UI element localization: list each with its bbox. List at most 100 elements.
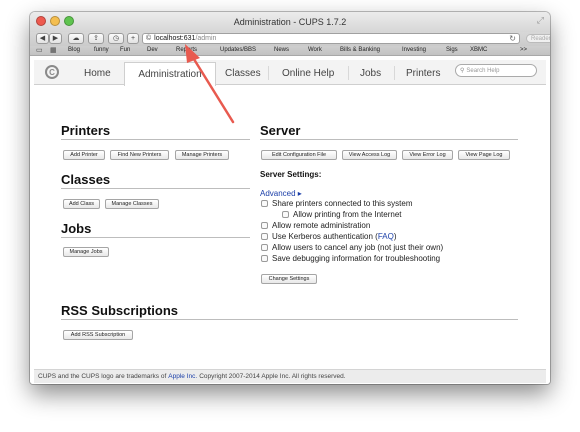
kerberos-checkbox[interactable] [261, 233, 268, 240]
window-title: Administration - CUPS 1.7.2 [233, 17, 347, 27]
page-footer: CUPS and the CUPS logo are trademarks of… [34, 369, 546, 383]
apple-link[interactable]: Apple Inc. [168, 373, 197, 380]
bookmark-item[interactable]: Reports [176, 47, 197, 53]
bookmarks-overflow[interactable]: >> [520, 47, 527, 53]
bookmark-item[interactable]: Bills & Banking [340, 47, 380, 53]
bookmark-item[interactable]: Dev [147, 47, 158, 53]
reading-list-icon[interactable]: ▭ [36, 46, 43, 54]
rss-heading: RSS Subscriptions [61, 303, 179, 318]
tab-divider [268, 66, 269, 80]
clock-icon: ◷ [112, 35, 120, 42]
cups-tab-bar: C Home Administration Classes Online Hel… [34, 60, 546, 86]
option-label-suffix: ) [393, 232, 397, 241]
reload-icon[interactable]: ↻ [509, 34, 516, 43]
section-divider [260, 139, 518, 140]
manage-classes-button[interactable]: Manage Classes [105, 199, 159, 209]
title-bar: Administration - CUPS 1.7.2 ⤢ [30, 12, 550, 32]
tab-administration[interactable]: Administration [124, 62, 216, 86]
view-page-log-button[interactable]: View Page Log [458, 150, 510, 160]
tab-home[interactable]: Home [84, 68, 111, 85]
server-heading: Server [260, 123, 301, 138]
url-host: localhost:631 [154, 35, 196, 42]
printers-heading: Printers [61, 123, 111, 138]
tab-online-help[interactable]: Online Help [282, 68, 334, 85]
cups-logo-icon[interactable]: C [45, 65, 59, 79]
share-printers-option: Share printers connected to this system [261, 199, 413, 208]
reader-button[interactable]: Reader [526, 34, 550, 43]
tab-classes[interactable]: Classes [225, 68, 261, 85]
view-error-log-button[interactable]: View Error Log [402, 150, 453, 160]
cancel-any-job-option: Allow users to cancel any job (not just … [261, 243, 443, 252]
option-label: Allow remote administration [272, 221, 371, 230]
search-placeholder: Search Help [466, 67, 500, 74]
bookmark-item[interactable]: News [274, 47, 289, 53]
bookmark-item[interactable]: Blog [68, 47, 80, 53]
cancel-any-job-checkbox[interactable] [261, 244, 268, 251]
option-label: Use Kerberos authentication ( [272, 232, 378, 241]
back-button[interactable]: ◀ [36, 33, 49, 44]
bookmark-item[interactable]: Updates/BBS [220, 47, 256, 53]
advanced-toggle-link[interactable]: Advanced ▸ [260, 189, 302, 198]
browser-window: Administration - CUPS 1.7.2 ⤢ ◀ ▶ ☁ ⇪ ◷ … [30, 12, 550, 384]
search-icon: ⚲ [460, 68, 465, 74]
server-settings-label: Server Settings: [260, 170, 322, 179]
bookmarks-bar: ▭ ▦ Blog funny Fun Dev Reports Updates/B… [30, 46, 550, 56]
kerberos-option: Use Kerberos authentication ( FAQ ) [261, 232, 397, 241]
tab-jobs[interactable]: Jobs [360, 68, 381, 85]
bookmark-item[interactable]: Fun [120, 47, 130, 53]
forward-arrow-icon: ▶ [52, 35, 59, 42]
section-divider [61, 319, 518, 320]
debug-logging-checkbox[interactable] [261, 255, 268, 262]
tab-printers[interactable]: Printers [406, 68, 440, 85]
history-button[interactable]: ◷ [108, 33, 124, 44]
section-divider [61, 237, 250, 238]
edit-configuration-file-button[interactable]: Edit Configuration File [261, 150, 337, 160]
add-class-button[interactable]: Add Class [63, 199, 100, 209]
classes-heading: Classes [61, 172, 111, 187]
view-access-log-button[interactable]: View Access Log [342, 150, 397, 160]
add-printer-button[interactable]: Add Printer [63, 150, 105, 160]
option-label: Allow printing from the Internet [293, 210, 402, 219]
allow-internet-printing-option: Allow printing from the Internet [282, 210, 402, 219]
footer-text: Copyright 2007-2014 Apple Inc. All right… [199, 373, 346, 380]
bookmark-item[interactable]: Sigs [446, 47, 458, 53]
bookmark-item[interactable]: Investing [402, 47, 426, 53]
search-help-input[interactable]: ⚲ Search Help [455, 64, 537, 77]
bookmark-item[interactable]: XBMC [470, 47, 487, 53]
fullscreen-icon[interactable]: ⤢ [537, 15, 544, 26]
section-divider [61, 139, 250, 140]
url-path: /admin [195, 35, 217, 42]
share-printers-checkbox[interactable] [261, 200, 268, 207]
add-rss-subscription-button[interactable]: Add RSS Subscription [63, 330, 133, 340]
address-bar[interactable]: © localhost:631 /admin ↻ [142, 33, 520, 44]
manage-printers-button[interactable]: Manage Printers [175, 150, 229, 160]
change-settings-button[interactable]: Change Settings [261, 274, 317, 284]
forward-button[interactable]: ▶ [49, 33, 62, 44]
tab-divider [394, 66, 395, 80]
option-label: Allow users to cancel any job (not just … [272, 243, 444, 252]
option-label: Share printers connected to this system [272, 199, 413, 208]
faq-link[interactable]: FAQ [378, 232, 394, 241]
remote-admin-option: Allow remote administration [261, 221, 370, 230]
back-arrow-icon: ◀ [39, 35, 46, 42]
footer-text: CUPS and the CUPS logo are trademarks of [38, 373, 167, 380]
cloud-icon: ☁ [72, 35, 80, 42]
manage-jobs-button[interactable]: Manage Jobs [63, 247, 109, 257]
top-sites-icon[interactable]: ▦ [50, 46, 57, 54]
remote-admin-checkbox[interactable] [261, 222, 268, 229]
web-page: C Home Administration Classes Online Hel… [30, 57, 550, 384]
allow-internet-printing-checkbox[interactable] [282, 211, 289, 218]
share-icon: ⇪ [93, 35, 99, 42]
bookmark-item[interactable]: funny [94, 47, 109, 53]
find-new-printers-button[interactable]: Find New Printers [110, 150, 169, 160]
jobs-heading: Jobs [61, 221, 92, 236]
share-button[interactable]: ⇪ [88, 33, 104, 44]
bookmark-item[interactable]: Work [308, 47, 322, 53]
icloud-tabs-button[interactable]: ☁ [68, 33, 84, 44]
page-icon: © [146, 35, 152, 42]
tab-divider [348, 66, 349, 80]
option-label: Save debugging information for troublesh… [272, 254, 441, 263]
debug-logging-option: Save debugging information for troublesh… [261, 254, 440, 263]
section-divider [61, 188, 250, 189]
new-tab-button[interactable]: + [127, 33, 139, 44]
